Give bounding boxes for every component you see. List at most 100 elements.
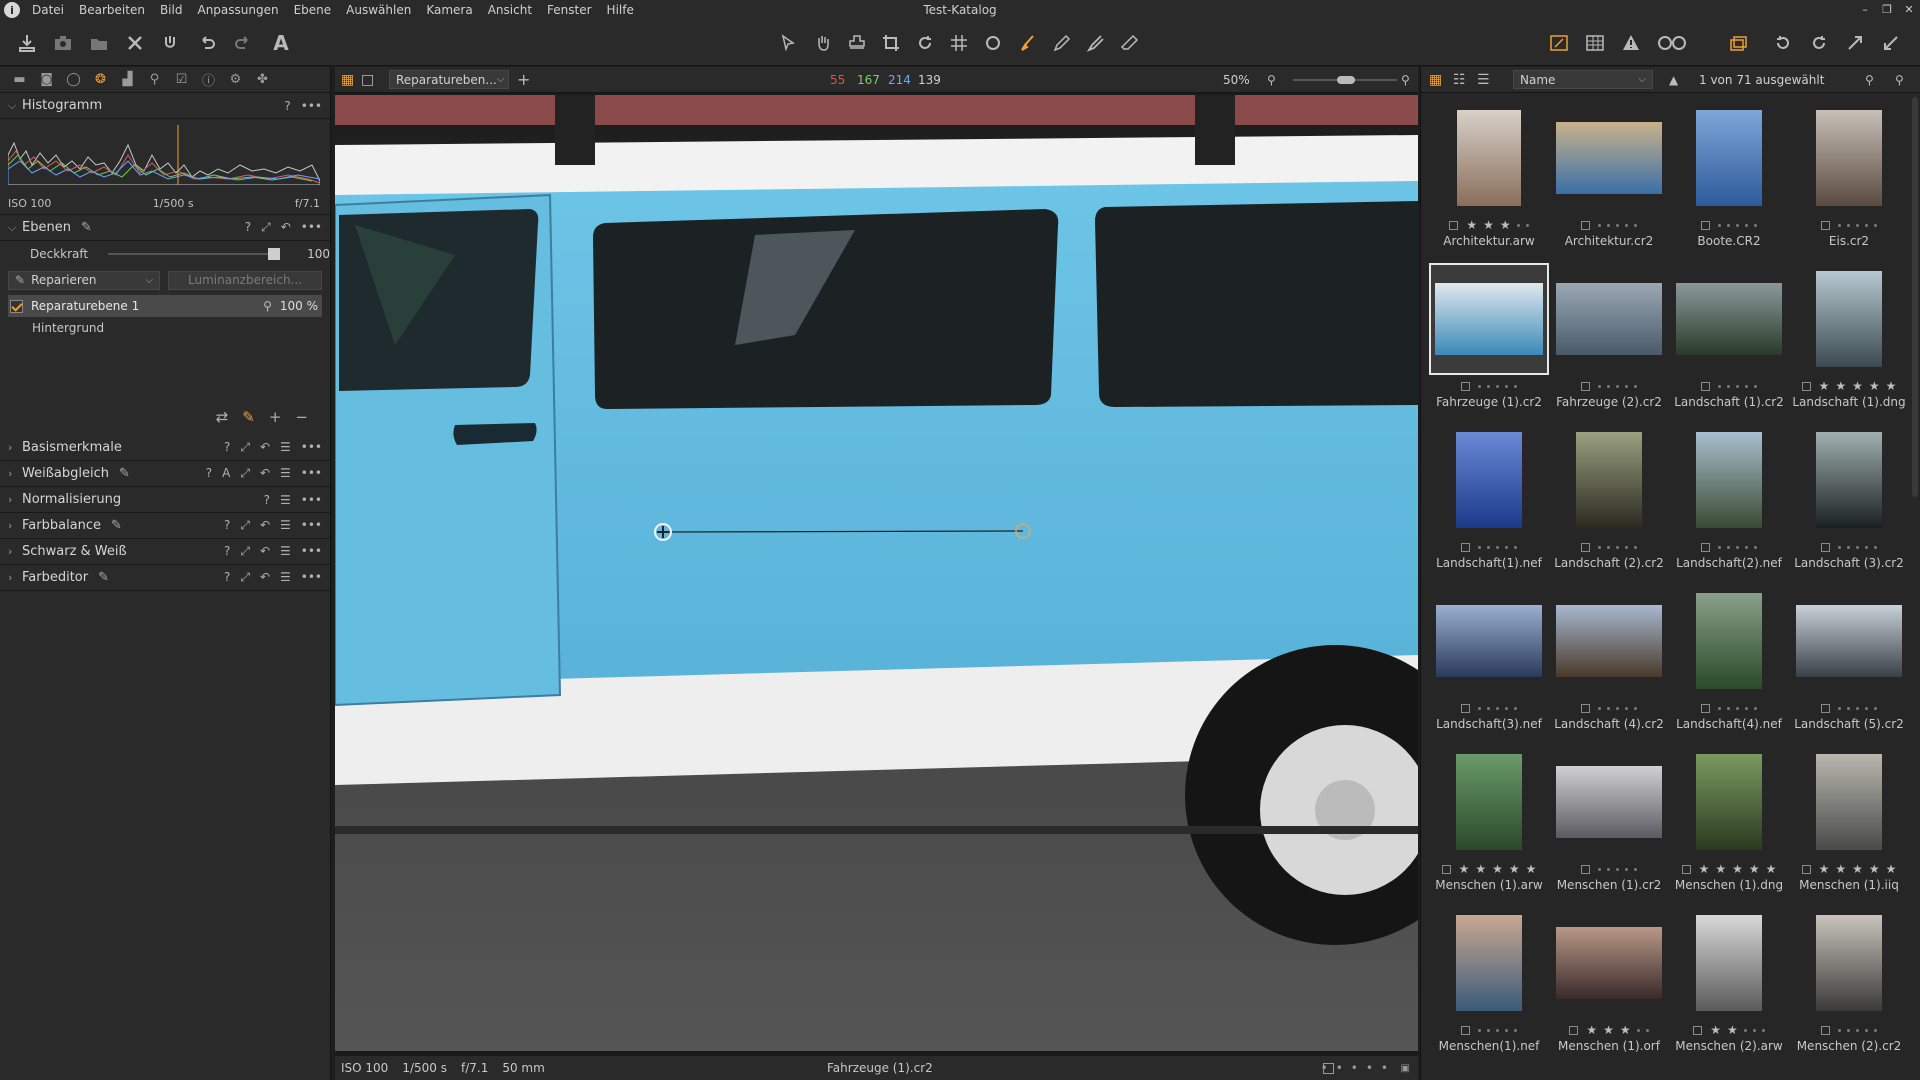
thumbnail-frame[interactable] — [1429, 102, 1549, 214]
section-farbbalance[interactable]: › Farbbalance ✎ ? ⤢ ↶ ☰ ••• — [0, 513, 330, 539]
empty-star-dot[interactable] — [1865, 545, 1868, 549]
output-tab-icon[interactable]: ⚙ — [222, 70, 249, 90]
picker-icon[interactable]: ✎ — [111, 518, 122, 533]
select-checkbox[interactable] — [1581, 864, 1590, 874]
empty-star-dot[interactable] — [1745, 384, 1748, 388]
menu-item[interactable]: Ebene — [294, 3, 332, 17]
select-checkbox[interactable] — [1701, 381, 1710, 391]
thumbnail-image[interactable] — [1816, 432, 1882, 528]
empty-star-dot[interactable] — [1636, 1028, 1640, 1032]
thumbnail-rating[interactable] — [1429, 540, 1549, 554]
empty-star-dot[interactable] — [1856, 223, 1859, 227]
reset-icon[interactable]: ↶ — [260, 466, 270, 481]
section-weissabgleich[interactable]: › Weißabgleich ✎ ? A ⤢ ↶ ☰ ••• — [0, 461, 330, 487]
empty-star-dot[interactable] — [1514, 706, 1517, 710]
thumbnail-item[interactable]: Landschaft (3).cr2 — [1789, 424, 1909, 579]
thumbnail-rating[interactable] — [1429, 1023, 1549, 1037]
single-view-icon[interactable]: □ — [361, 72, 374, 88]
multi-view-icon[interactable]: ▦ — [341, 72, 354, 88]
thumbnail-item[interactable]: Landschaft(4).nef — [1669, 585, 1789, 740]
copy-icon[interactable]: ⤢ — [240, 570, 250, 585]
star-icon[interactable]: ★ — [1509, 862, 1520, 876]
thumbnail-image[interactable] — [1435, 283, 1543, 355]
star-icon[interactable]: ★ — [1603, 1023, 1614, 1037]
presets-icon[interactable]: ☰ — [280, 466, 291, 481]
select-checkbox[interactable] — [1701, 220, 1710, 230]
empty-star-dot[interactable] — [1847, 223, 1850, 227]
rotate-right-icon[interactable] — [1806, 30, 1832, 56]
layer-dropdown[interactable]: Reparatureben... ⌵ — [389, 70, 509, 89]
star-icon[interactable]: ★ — [1526, 862, 1537, 876]
thumbnail-rating[interactable]: ★ ★ ★ ★ ★ — [1669, 862, 1789, 876]
presets-icon[interactable]: ☰ — [280, 518, 291, 533]
layers-header[interactable]: ⌵ Ebenen ✎ ? ⤢ ↶ ••• — [0, 215, 330, 241]
menu-item[interactable]: Kamera — [426, 3, 472, 17]
star-icon[interactable]: ★ — [1715, 862, 1726, 876]
empty-star-dot[interactable] — [1865, 223, 1868, 227]
thumbnail-rating[interactable] — [1789, 540, 1909, 554]
empty-star-dot[interactable] — [1847, 1028, 1850, 1032]
capture-tab-icon[interactable]: ◙ — [33, 70, 60, 90]
presets-icon[interactable]: ☰ — [280, 493, 291, 507]
empty-star-dot[interactable] — [1634, 223, 1637, 227]
stamp-tool-icon[interactable] — [844, 30, 870, 56]
star-icon[interactable]: ★ — [1492, 862, 1503, 876]
more-icon[interactable]: ••• — [301, 466, 322, 481]
reset-icon[interactable]: ↶ — [260, 440, 270, 455]
select-checkbox[interactable] — [1581, 381, 1590, 391]
thumbnail-image[interactable] — [1796, 605, 1902, 677]
select-checkbox[interactable] — [1693, 1025, 1703, 1035]
help-icon[interactable]: ? — [224, 570, 230, 585]
empty-star-dot[interactable] — [1754, 384, 1757, 388]
zoom-value[interactable]: 50% — [1223, 73, 1250, 87]
empty-star-dot[interactable] — [1874, 1028, 1877, 1032]
thumbnail-frame[interactable] — [1429, 424, 1549, 536]
eraser-tool-icon[interactable] — [1116, 30, 1142, 56]
select-checkbox[interactable] — [1681, 864, 1691, 874]
menu-item[interactable]: Fenster — [547, 3, 592, 17]
star-icon[interactable]: ★ — [1732, 862, 1743, 876]
thumbnail-item[interactable]: Landschaft(2).nef — [1669, 424, 1789, 579]
empty-star-dot[interactable] — [1856, 1028, 1859, 1032]
empty-star-dot[interactable] — [1874, 223, 1877, 227]
select-checkbox[interactable] — [1821, 703, 1830, 713]
brush-icon[interactable]: ✎ — [81, 220, 92, 235]
star-icon[interactable]: ★ — [1500, 218, 1511, 232]
proof-icon[interactable] — [1654, 30, 1690, 56]
empty-star-dot[interactable] — [1727, 384, 1730, 388]
star-icon[interactable]: ★ — [1852, 379, 1863, 393]
picker-icon[interactable]: ✎ — [119, 466, 130, 481]
empty-star-dot[interactable] — [1645, 1028, 1649, 1032]
thumbnail-image[interactable] — [1816, 754, 1882, 850]
thumbnail-frame[interactable] — [1549, 907, 1669, 1019]
empty-star-dot[interactable] — [1516, 223, 1520, 227]
empty-star-dot[interactable] — [1727, 706, 1730, 710]
zoom-slider-knob[interactable] — [1337, 76, 1355, 84]
empty-star-dot[interactable] — [1625, 545, 1628, 549]
empty-star-dot[interactable] — [1727, 545, 1730, 549]
thumbnail-rating[interactable] — [1549, 701, 1669, 715]
opacity-slider-knob[interactable] — [268, 248, 281, 260]
empty-star-dot[interactable] — [1838, 706, 1841, 710]
select-tool-icon[interactable] — [776, 30, 802, 56]
thumbnail-image[interactable] — [1457, 110, 1521, 206]
empty-star-dot[interactable] — [1727, 223, 1730, 227]
select-checkbox[interactable] — [1581, 542, 1590, 552]
empty-star-dot[interactable] — [1718, 223, 1721, 227]
opacity-value[interactable]: 100 — [288, 247, 330, 261]
thumbnail-image[interactable] — [1456, 754, 1522, 850]
empty-star-dot[interactable] — [1514, 1028, 1517, 1032]
thumbnail-frame[interactable] — [1789, 907, 1909, 1019]
thumbnail-frame[interactable] — [1669, 263, 1789, 375]
zoom-out-icon[interactable]: ⚲ — [1267, 73, 1276, 87]
empty-star-dot[interactable] — [1487, 1028, 1490, 1032]
luminance-range-button[interactable]: Luminanzbereich... — [168, 270, 322, 290]
presets-icon[interactable]: ☰ — [280, 440, 291, 455]
camera-icon[interactable] — [50, 30, 76, 56]
menu-item[interactable]: Auswählen — [346, 3, 411, 17]
batch-tab-icon[interactable]: ✤ — [249, 70, 276, 90]
empty-star-dot[interactable] — [1761, 1028, 1765, 1032]
thumbnail-item[interactable]: Menschen (2).cr2 — [1789, 907, 1909, 1062]
empty-star-dot[interactable] — [1616, 867, 1619, 871]
thumbnail-rating[interactable]: ★ ★ ★ ★ ★ — [1789, 379, 1909, 393]
